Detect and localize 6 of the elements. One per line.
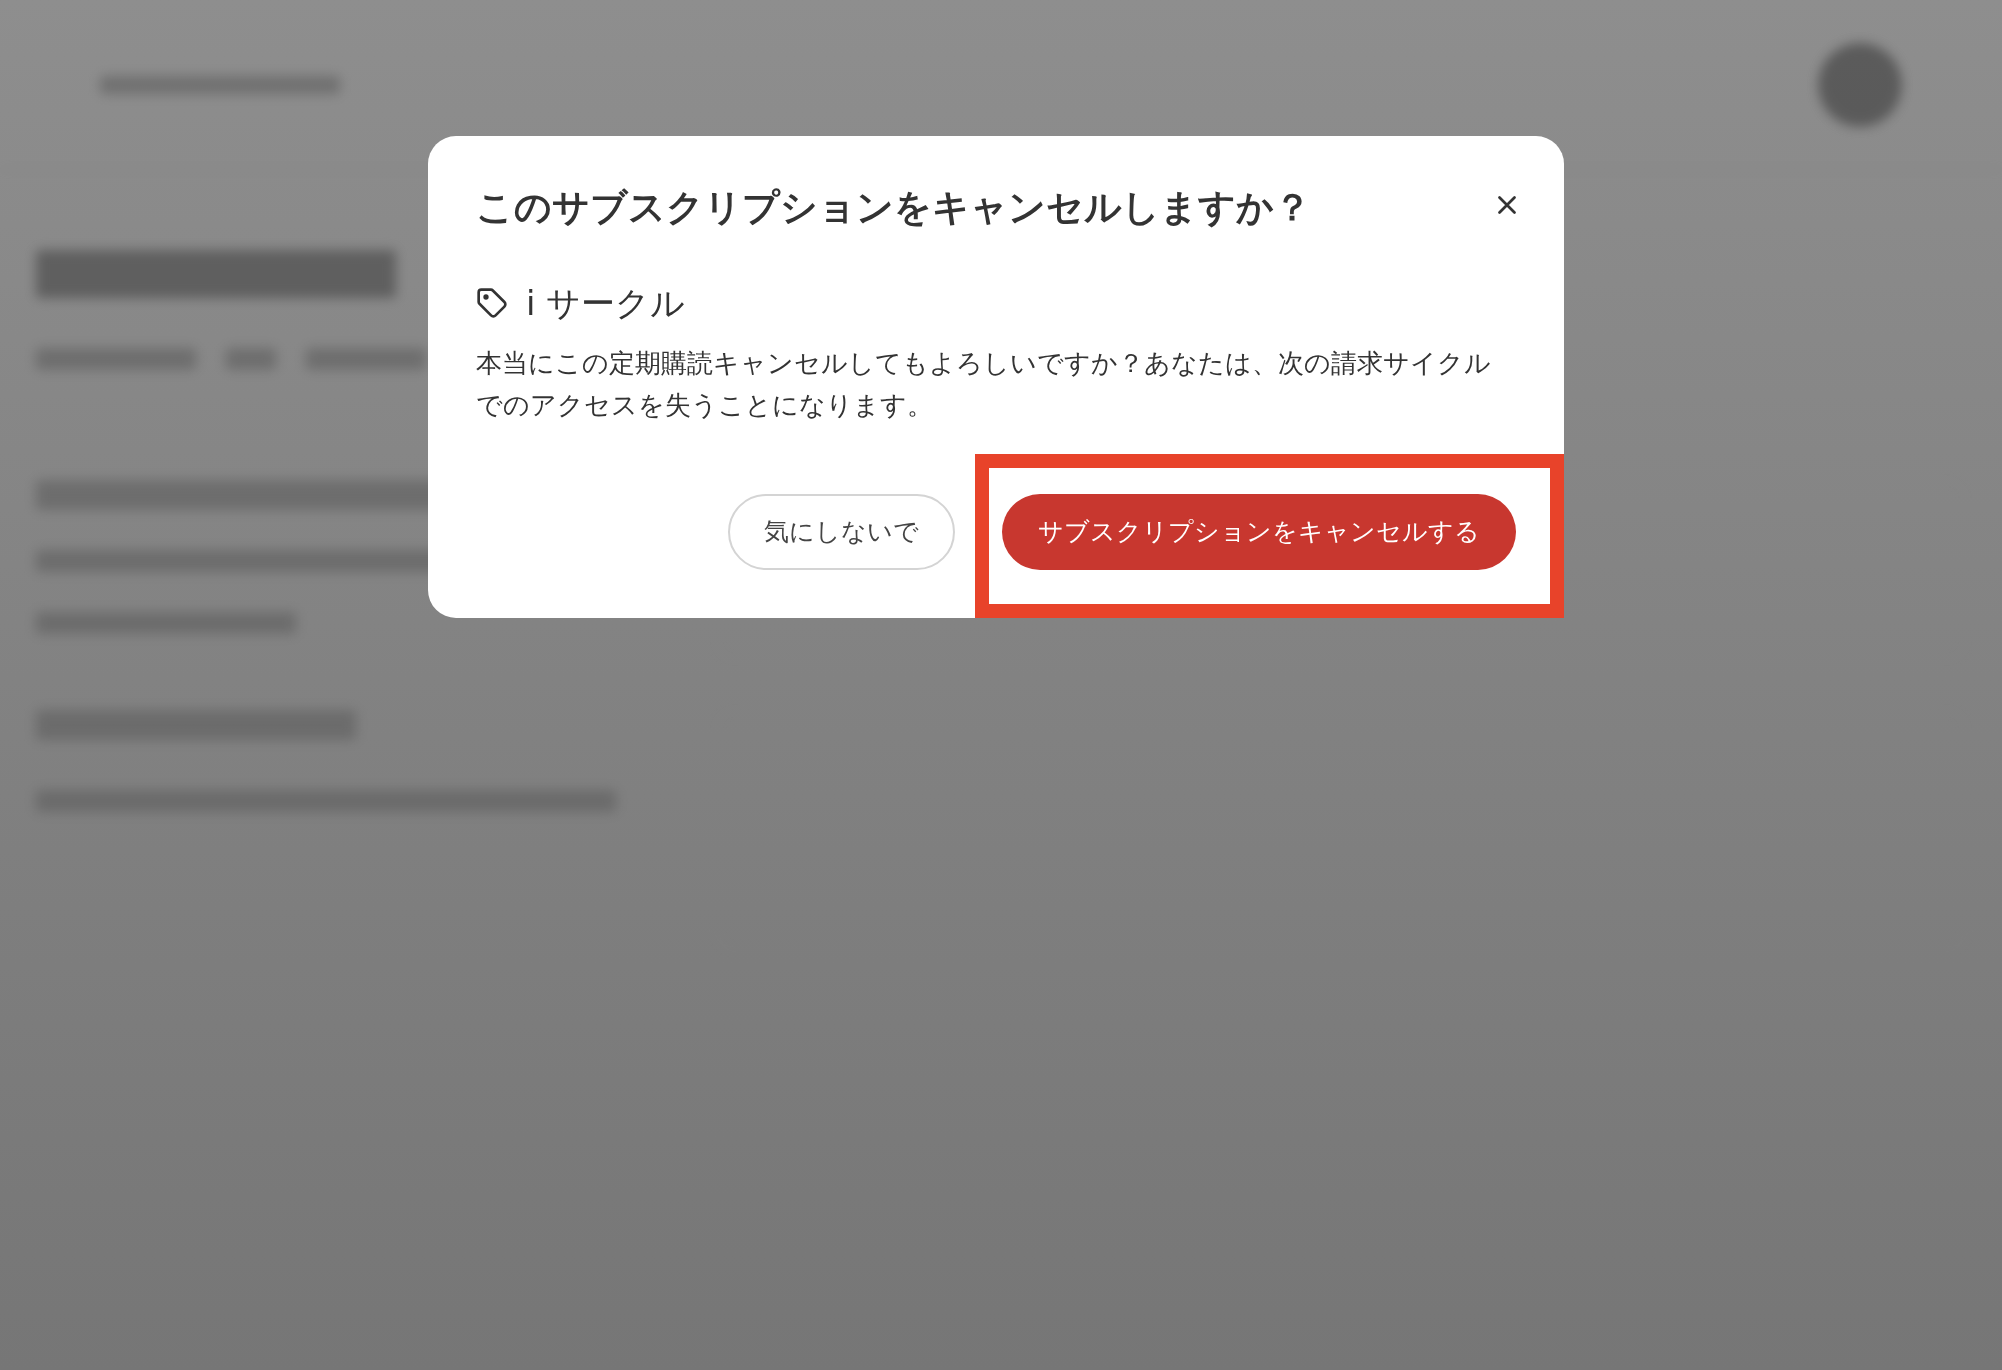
dialog-message: 本当にこの定期購読キャンセルしてもよろしいですか？あなたは、次の請求サイクルでのアクセスを失うことになります。 bbox=[476, 347, 1492, 422]
product-name: i サークル bbox=[526, 282, 686, 325]
tag-icon bbox=[476, 287, 508, 319]
cancel-subscription-button[interactable]: サブスクリプションをキャンセルする bbox=[1002, 494, 1516, 570]
dismiss-button[interactable]: 気にしないで bbox=[728, 494, 955, 570]
dialog-title: このサブスクリプションをキャンセルしますか？ bbox=[476, 185, 1311, 231]
